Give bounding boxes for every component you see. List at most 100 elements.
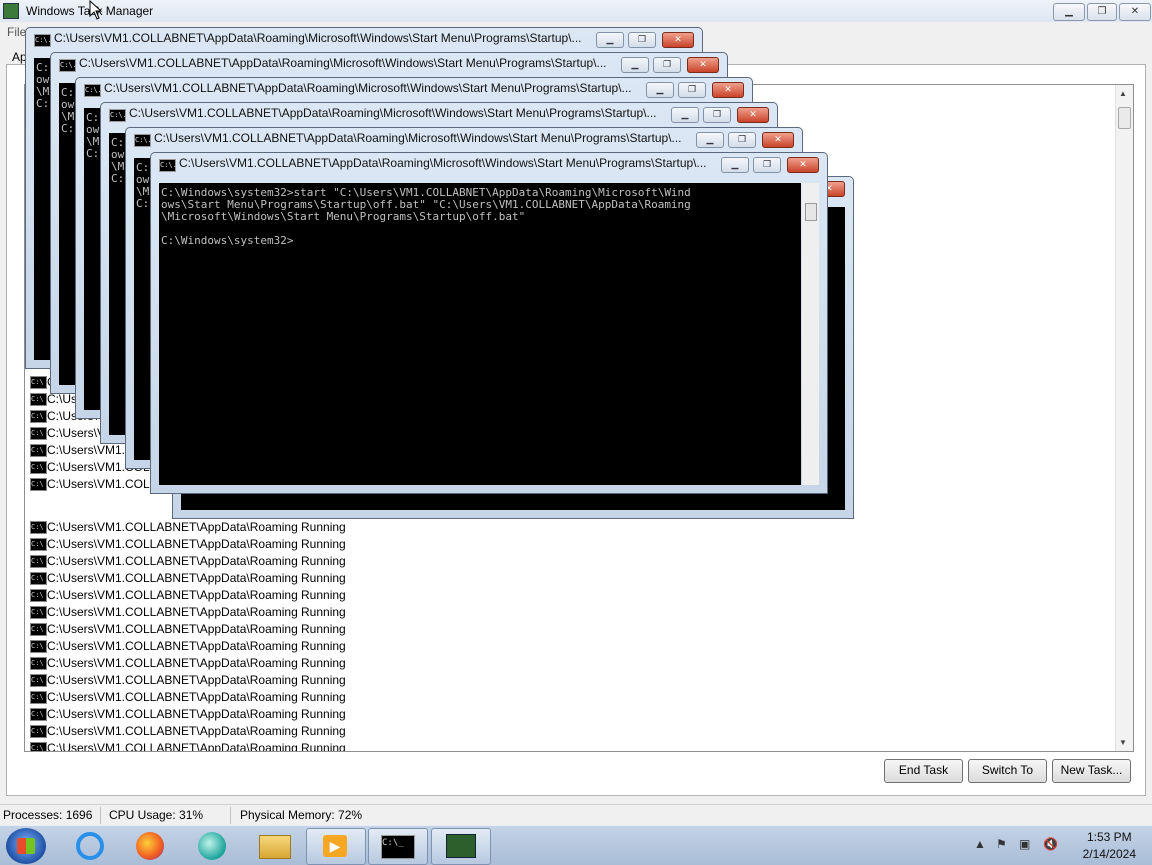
task-manager-icon (3, 3, 19, 19)
console-line: C: (136, 197, 150, 210)
console-titlebar[interactable]: C:\.C:\Users\VM1.COLLABNET\AppData\Roami… (101, 103, 777, 125)
scroll-thumb[interactable] (805, 203, 817, 221)
cmd-icon: C:\ (30, 674, 47, 687)
maximize-button[interactable]: ❐ (703, 107, 731, 123)
minimize-button[interactable]: ▁ (646, 82, 674, 98)
console-output: C:ow\MC: (61, 87, 74, 135)
console-output: C:ow\MC: (86, 112, 99, 160)
clock-date: 2/14/2024 (1082, 847, 1136, 861)
console-title: C:\Users\VM1.COLLABNET\AppData\Roaming\M… (79, 56, 607, 70)
console-titlebar[interactable]: C:\.C:\Users\VM1.COLLABNET\AppData\Roami… (151, 153, 827, 175)
table-row[interactable]: C:\ C:\Users\VM1.COLLABNET\AppData\Roamin… (29, 519, 729, 536)
close-button[interactable]: ✕ (712, 82, 744, 98)
maximize-button[interactable]: ❐ (653, 57, 681, 73)
console-scrollbar[interactable] (802, 183, 819, 485)
console-titlebar[interactable]: C:\.C:\Users\VM1.COLLABNET\AppData\Roami… (126, 128, 802, 150)
minimize-button[interactable]: ▁ (596, 32, 624, 48)
task-status: Running (301, 605, 346, 619)
media-player-icon[interactable]: ▶ (306, 828, 366, 865)
taskmanager-titlebar[interactable]: Windows Task Manager ▁ ❐ ✕ (0, 0, 1152, 22)
end-task-button[interactable]: End Task (884, 759, 963, 783)
scroll-down-arrow-icon[interactable]: ▼ (1119, 738, 1127, 747)
close-button[interactable]: ✕ (737, 107, 769, 123)
task-status: Running (301, 741, 346, 752)
firefox-icon[interactable] (122, 828, 180, 863)
app-icon[interactable] (184, 828, 242, 863)
table-row[interactable]: C:\ C:\Users\VM1.COLLABNET\AppData\Roamin… (29, 587, 729, 604)
task-name: C:\Users\VM1.COLLABNET\AppData\Roaming\M… (47, 554, 297, 568)
table-row[interactable]: C:\ C:\Users\VM1.COLLABNET\AppData\Roamin… (29, 689, 729, 706)
new-task-button[interactable]: New Task... (1052, 759, 1131, 783)
console-title: C:\Users\VM1.COLLABNET\AppData\Roaming\M… (54, 31, 582, 45)
table-row[interactable]: C:\ C:\Users\VM1.COLLABNET\AppData\Roamin… (29, 655, 729, 672)
internet-explorer-icon[interactable] (62, 828, 120, 863)
clock[interactable]: 1:53 PM 2/14/2024 (1083, 829, 1136, 863)
table-row[interactable]: C:\ C:\Users\VM1.COLLABNET\AppData\Roamin… (29, 723, 729, 740)
close-button[interactable]: ✕ (662, 32, 694, 48)
cmd-icon: C:\ (30, 376, 47, 389)
scroll-thumb[interactable] (1118, 107, 1131, 129)
console-titlebar[interactable]: C:\.C:\Users\VM1.COLLABNET\AppData\Roami… (76, 78, 752, 100)
task-status: Running (301, 707, 346, 721)
task-name: C:\Users\VM1.COLLABNET\AppData\Roaming\M… (47, 656, 297, 670)
network-icon[interactable]: ▣ (1019, 837, 1030, 851)
close-button[interactable]: ✕ (762, 132, 794, 148)
menu-file[interactable]: File (7, 25, 26, 39)
minimize-button[interactable]: ▁ (621, 57, 649, 73)
cmd-icon: C:\ (30, 589, 47, 602)
table-row[interactable]: C:\ C:\Users\VM1.COLLABNET\AppData\Roamin… (29, 553, 729, 570)
task-name: C:\Users\VM1.COLLABNET\AppData\Roaming\M… (47, 673, 297, 687)
minimize-button[interactable]: ▁ (696, 132, 724, 148)
close-button[interactable]: ✕ (787, 157, 819, 173)
console-line: C: (61, 122, 75, 135)
volume-muted-icon[interactable]: 🔇 (1043, 837, 1058, 851)
console-titlebar[interactable]: C:\.C:\Users\VM1.COLLABNET\AppData\Roami… (51, 53, 727, 75)
minimize-button[interactable]: ▁ (671, 107, 699, 123)
cmd-icon: C:\. (34, 34, 52, 47)
switch-to-button[interactable]: Switch To (968, 759, 1047, 783)
cmd-icon: C:\ (30, 657, 47, 670)
table-row[interactable]: C:\ C:\Users\VM1.COLLABNET\AppData\Roamin… (29, 570, 729, 587)
console-title: C:\Users\VM1.COLLABNET\AppData\Roaming\M… (154, 131, 682, 145)
cmd-icon[interactable]: C:\_ (368, 828, 428, 865)
show-hidden-icons-icon[interactable]: ▲ (974, 837, 986, 851)
table-row[interactable]: C:\ C:\Users\VM1.COLLABNET\AppData\Roamin… (29, 536, 729, 553)
task-status: Running (301, 690, 346, 704)
console-screen[interactable]: C:\Windows\system32>start "C:\Users\VM1.… (159, 183, 801, 485)
physical-memory: Physical Memory: 72% (240, 808, 363, 822)
close-button[interactable]: ✕ (1119, 3, 1151, 21)
task-manager-icon[interactable] (431, 828, 491, 865)
scroll-up-arrow-icon[interactable]: ▲ (1119, 89, 1127, 98)
minimize-button[interactable]: ▁ (721, 157, 749, 173)
cmd-icon: C:\ (30, 640, 47, 653)
task-status: Running (301, 588, 346, 602)
mouse-cursor-icon (89, 0, 103, 20)
table-row[interactable]: C:\ C:\Users\VM1.COLLABNET\AppData\Roamin… (29, 604, 729, 621)
maximize-button[interactable]: ❐ (678, 82, 706, 98)
task-status: Running (301, 571, 346, 585)
close-button[interactable]: ✕ (687, 57, 719, 73)
maximize-button[interactable]: ❐ (728, 132, 756, 148)
task-status: Running (301, 639, 346, 653)
task-name: C:\Users\VM1.COLLABNET\AppData\Roaming\M… (47, 724, 297, 738)
table-row[interactable]: C:\ C:\Users\VM1.COLLABNET\AppData\Roamin… (29, 638, 729, 655)
table-row[interactable]: C:\ C:\Users\VM1.COLLABNET\AppData\Roamin… (29, 740, 729, 752)
minimize-button[interactable]: ▁ (1053, 3, 1085, 21)
console-window-active[interactable]: C:\. C:\Users\VM1.COLLABNET\AppData\Roami… (150, 152, 828, 494)
file-explorer-icon[interactable] (246, 828, 304, 863)
maximize-button[interactable]: ❐ (628, 32, 656, 48)
cmd-icon: C:\ (30, 572, 47, 585)
task-name: C:\Users\VM1.COLLABNET\AppData\Roaming\M… (47, 571, 297, 585)
list-scrollbar[interactable]: ▲ ▼ (1115, 85, 1133, 751)
table-row[interactable]: C:\ C:\Users\VM1.COLLABNET\AppData\Roamin… (29, 706, 729, 723)
table-row[interactable]: C:\ C:\Users\VM1.COLLABNET\AppData\Roamin… (29, 621, 729, 638)
cmd-icon: C:\ (30, 444, 47, 457)
console-output: C:ow\MC: (111, 137, 124, 185)
maximize-button[interactable]: ❐ (753, 157, 781, 173)
maximize-button[interactable]: ❐ (1087, 3, 1117, 21)
task-name: C:\Users\VM1.COLLABNET\AppData\Roaming\M… (47, 520, 297, 534)
action-center-flag-icon[interactable]: ⚑ (996, 837, 1007, 851)
table-row[interactable]: C:\ C:\Users\VM1.COLLABNET\AppData\Roamin… (29, 672, 729, 689)
console-titlebar[interactable]: C:\.C:\Users\VM1.COLLABNET\AppData\Roami… (26, 28, 702, 50)
start-button[interactable] (6, 828, 46, 864)
